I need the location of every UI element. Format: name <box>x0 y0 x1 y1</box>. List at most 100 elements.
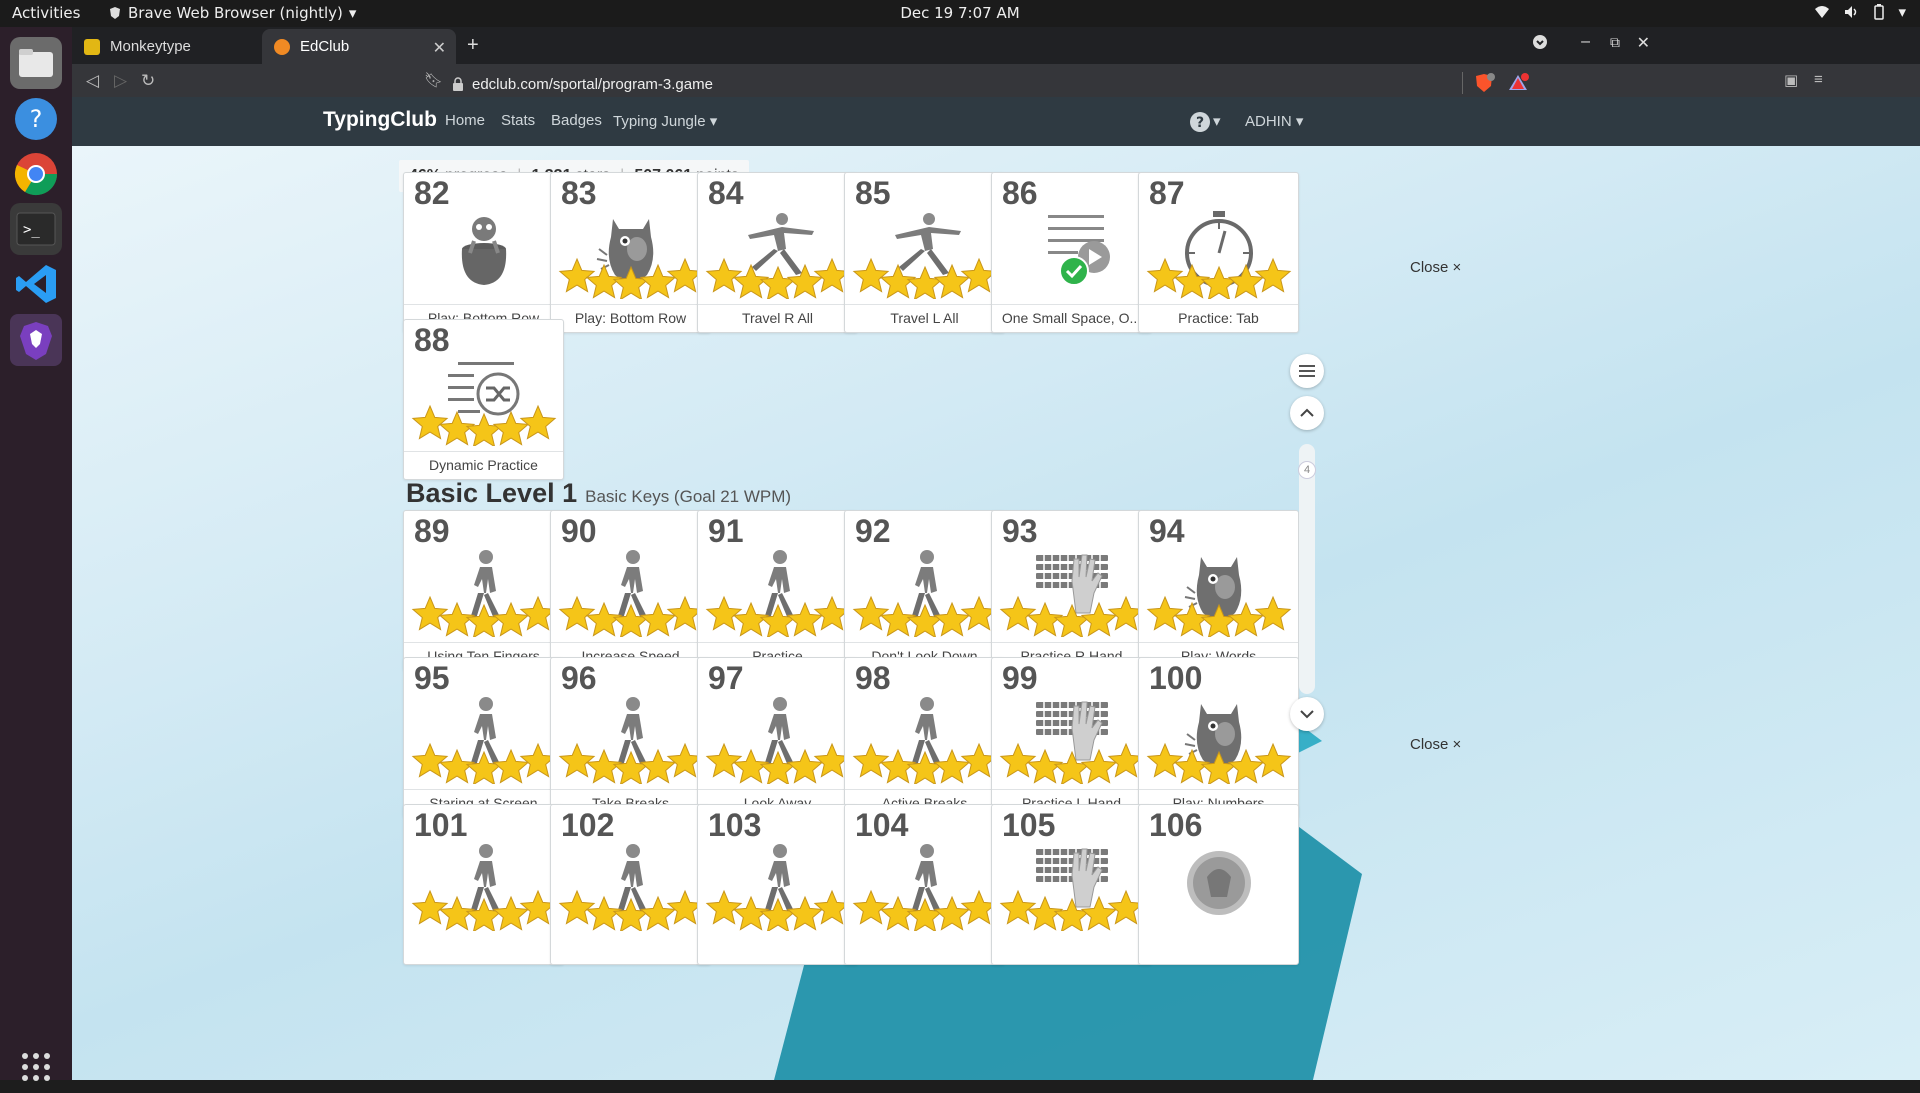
tab-monkeytype[interactable]: Monkeytype <box>72 29 262 64</box>
user-name: ADHIN <box>1245 113 1292 130</box>
lesson-card[interactable]: 83 Play: Bottom Row <box>550 172 711 333</box>
close-button[interactable]: Close × <box>1410 736 1461 753</box>
brave-nightly-icon[interactable] <box>10 314 62 366</box>
lesson-card[interactable]: 93 Practice R Hand <box>991 510 1152 671</box>
wallet-icon[interactable]: ▣ <box>1784 71 1798 89</box>
url-text: edclub.com/sportal/program-3.game <box>472 75 713 93</box>
reload-icon[interactable]: ↻ <box>141 71 155 91</box>
lesson-number: 84 <box>708 175 744 211</box>
lesson-card[interactable]: 91 Practice <box>697 510 858 671</box>
lesson-card[interactable]: 95 Staring at Screen <box>403 657 564 818</box>
lesson-number: 98 <box>855 660 891 696</box>
tab-edclub[interactable]: EdClub ✕ <box>262 29 456 64</box>
lesson-number: 82 <box>414 175 450 211</box>
nav-badges[interactable]: Badges <box>551 112 602 129</box>
terminal-icon[interactable]: >_ <box>10 203 62 255</box>
lesson-card[interactable]: 102 <box>550 804 711 965</box>
help-icon[interactable]: ? <box>10 93 62 145</box>
lesson-number: 103 <box>708 807 762 843</box>
lesson-map: 46%progress | 1,331stars | 507,061points… <box>72 146 1920 1080</box>
lesson-card[interactable]: 103 <box>697 804 858 965</box>
lock-icon <box>453 77 463 91</box>
lesson-title: Practice: Tab <box>1139 304 1298 332</box>
scroll-up-button[interactable] <box>1290 396 1324 430</box>
brave-shields-icon[interactable] <box>1474 73 1496 95</box>
wifi-icon <box>1815 6 1830 18</box>
lesson-card[interactable]: 96 Take Breaks <box>550 657 711 818</box>
lesson-card[interactable]: 94 Play: Words <box>1138 510 1299 671</box>
files-icon[interactable] <box>10 37 62 89</box>
chrome-icon[interactable] <box>10 148 62 200</box>
lesson-number: 83 <box>561 175 597 211</box>
lesson-number: 106 <box>1149 807 1203 843</box>
star-rating <box>702 593 855 639</box>
lesson-card[interactable]: 106 <box>1138 804 1299 965</box>
star-rating <box>408 740 561 786</box>
help-icon[interactable]: ? <box>1189 111 1211 133</box>
brand-logo[interactable]: TypingClub <box>323 108 437 132</box>
lesson-card[interactable]: 90 Increase Speed <box>550 510 711 671</box>
close-tab-icon[interactable]: ✕ <box>433 38 446 58</box>
scroll-position-indicator[interactable]: 4 <box>1298 461 1316 479</box>
lesson-card[interactable]: 97 Look Away <box>697 657 858 818</box>
lesson-card[interactable]: 85 Travel L All <box>844 172 1005 333</box>
lesson-number: 91 <box>708 513 744 549</box>
star-rating <box>849 887 1002 933</box>
show-apps-icon[interactable] <box>10 1041 62 1093</box>
nav-typing-jungle[interactable]: Typing Jungle ▾ <box>613 112 717 130</box>
lesson-card[interactable]: 98 Active Breaks <box>844 657 1005 818</box>
minimize-icon[interactable]: – <box>1581 33 1590 51</box>
vscode-icon[interactable] <box>10 258 62 310</box>
lesson-card[interactable]: 105 <box>991 804 1152 965</box>
menu-list-button[interactable] <box>1290 354 1324 388</box>
lesson-title: Dynamic Practice <box>404 451 563 479</box>
system-tray[interactable]: ▾ <box>1814 3 1906 21</box>
lesson-card[interactable]: 89 Using Ten Fingers <box>403 510 564 671</box>
lesson-card[interactable]: 101 <box>403 804 564 965</box>
star-rating <box>702 887 855 933</box>
nav-stats[interactable]: Stats <box>501 112 535 129</box>
back-icon[interactable]: ◁ <box>86 71 99 91</box>
lesson-number: 97 <box>708 660 744 696</box>
scroll-down-button[interactable] <box>1290 697 1324 731</box>
star-rating <box>849 255 1002 301</box>
monkeytype-favicon <box>84 38 100 55</box>
lesson-card[interactable]: 82 Play: Bottom Row <box>403 172 564 333</box>
lesson-card[interactable]: 87 Practice: Tab <box>1138 172 1299 333</box>
lesson-card[interactable]: 92 Don't Look Down <box>844 510 1005 671</box>
lesson-card[interactable]: 99 Practice L Hand <box>991 657 1152 818</box>
lesson-card[interactable]: 100 Play: Numbers <box>1138 657 1299 818</box>
chevron-down-icon[interactable]: ▾ <box>1213 112 1221 130</box>
url-field[interactable]: edclub.com/sportal/program-3.game <box>452 69 1532 99</box>
tab-search-icon[interactable] <box>1532 34 1548 55</box>
star-rating <box>702 740 855 786</box>
brave-rewards-icon[interactable] <box>1508 73 1530 95</box>
activities-button[interactable]: Activities <box>12 4 80 22</box>
app-menu[interactable]: Brave Web Browser (nightly) ▾ <box>108 4 356 22</box>
star-rating <box>849 740 1002 786</box>
lesson-number: 87 <box>1149 175 1185 211</box>
nav-home[interactable]: Home <box>445 112 485 129</box>
lesson-card[interactable]: 88 Dynamic Practice <box>403 319 564 480</box>
menu-icon[interactable]: ≡ <box>1814 71 1823 88</box>
star-rating <box>555 593 708 639</box>
star-rating <box>408 593 561 639</box>
close-button[interactable]: Close × <box>1410 259 1461 276</box>
star-rating <box>996 740 1149 786</box>
new-tab-button[interactable]: + <box>467 34 479 57</box>
video-done-icon <box>1032 209 1112 295</box>
brave-icon <box>110 7 120 19</box>
lesson-number: 85 <box>855 175 891 211</box>
forward-icon[interactable]: ▷ <box>114 71 127 91</box>
lesson-number: 96 <box>561 660 597 696</box>
lesson-card[interactable]: 104 <box>844 804 1005 965</box>
lesson-card[interactable]: 86 One Small Space, O... <box>991 172 1152 333</box>
restore-icon[interactable]: ⧉ <box>1610 34 1620 51</box>
bookmark-icon[interactable]: 🔖︎ <box>424 71 443 89</box>
user-menu[interactable]: ADHIN ▾ <box>1245 112 1303 130</box>
browser-chrome: Monkeytype EdClub ✕ + – ⧉ ✕ ◁ ▷ ↻ 🔖︎ edc… <box>72 27 1920 104</box>
lesson-title: Travel L All <box>845 304 1004 332</box>
close-window-icon[interactable]: ✕ <box>1637 33 1650 53</box>
level-scrollbar[interactable] <box>1299 444 1315 694</box>
lesson-card[interactable]: 84 Travel R All <box>697 172 858 333</box>
